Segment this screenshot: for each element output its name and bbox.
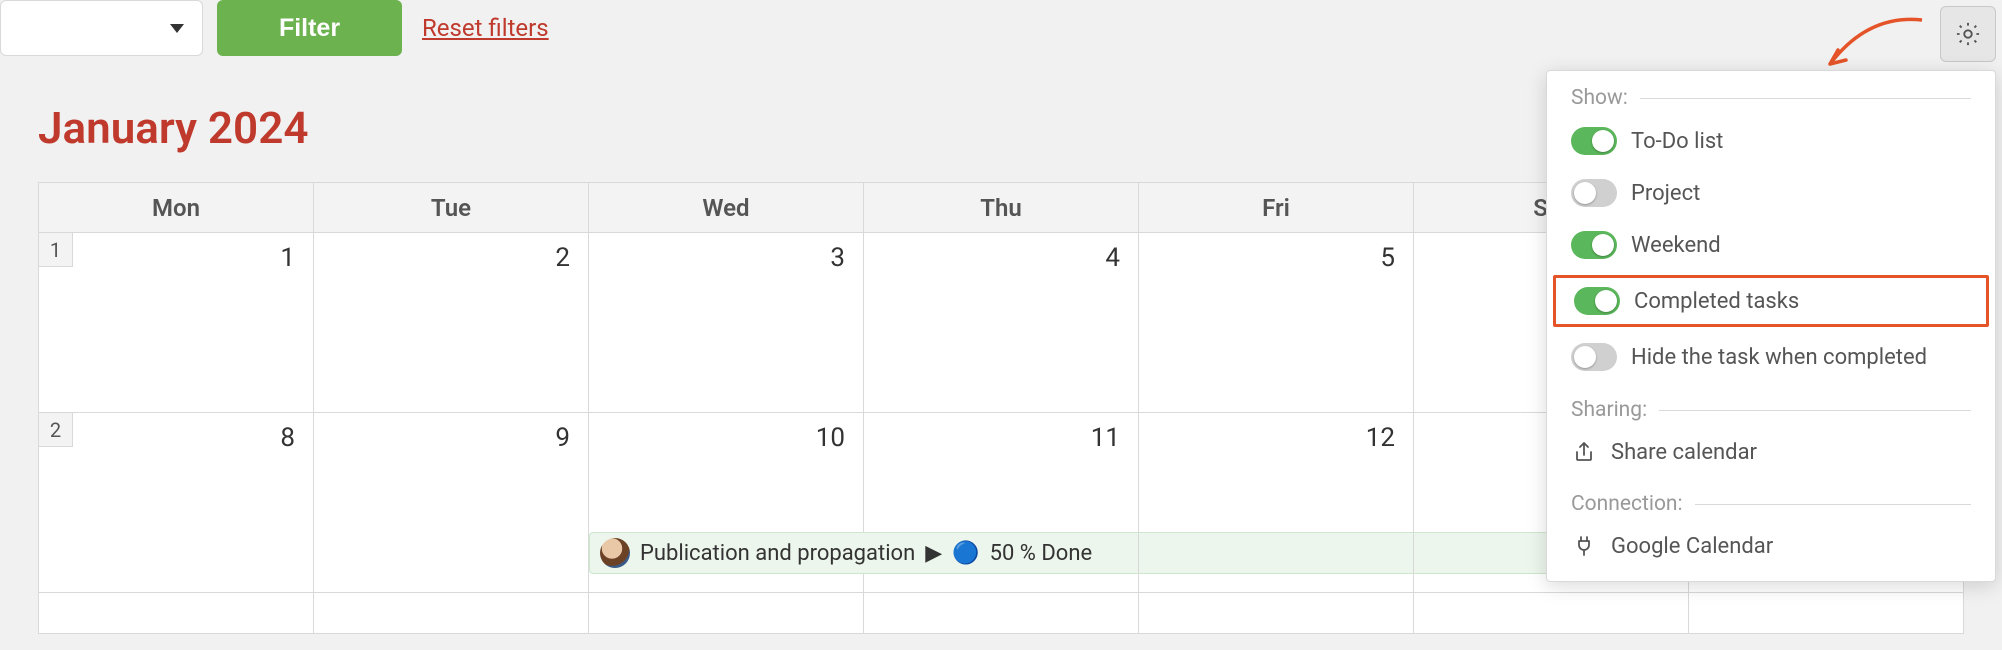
day-header: Tue [314,183,589,233]
plug-icon [1571,533,1597,559]
day-number: 2 [555,243,570,273]
toggle-completed-tasks[interactable]: Completed tasks [1553,275,1989,327]
toggle-label: Completed tasks [1634,289,1799,314]
toggle-label: Hide the task when completed [1631,345,1927,370]
calendar-day-cell[interactable] [1689,593,1963,633]
month-title: January 2024 [38,102,1624,154]
calendar-day-cell[interactable]: 10 Publication and propagation ▶ 🔵 50 % … [589,413,864,592]
day-number: 12 [1366,423,1395,453]
toggle-label: To-Do list [1631,129,1723,154]
group-label-connection: Connection: [1571,495,1971,513]
day-header: Fri [1139,183,1414,233]
day-number: 9 [555,423,570,453]
filter-dropdown[interactable] [0,0,203,56]
filter-toolbar: Filter Reset filters [0,0,2002,56]
calendar-day-cell[interactable] [589,593,864,633]
day-header: Mon [39,183,314,233]
panel-item-label: Google Calendar [1611,534,1773,559]
week-number: 1 [39,233,73,267]
toggle-todo-list[interactable]: To-Do list [1547,115,1995,167]
calendar-day-cell[interactable]: 5 [1139,233,1414,412]
toggle-switch[interactable] [1571,231,1617,259]
day-number: 8 [280,423,295,453]
toggle-hide-completed[interactable]: Hide the task when completed [1547,331,1995,383]
caret-down-icon [170,24,184,33]
day-number: 3 [830,243,845,273]
toggle-switch[interactable] [1574,287,1620,315]
calendar-day-cell[interactable] [314,593,589,633]
settings-button[interactable] [1940,6,1996,62]
toggle-project[interactable]: Project [1547,167,1995,219]
day-number: 10 [816,423,845,453]
toggle-label: Weekend [1631,233,1721,258]
reset-filters-link[interactable]: Reset filters [422,14,549,42]
calendar-day-cell[interactable]: 12 [1139,413,1414,592]
day-number: 1 [280,243,295,273]
avatar [600,538,630,568]
calendar-day-cell[interactable] [864,593,1139,633]
calendar-day-cell[interactable]: 4 [864,233,1139,412]
calendar-day-cell[interactable] [1414,593,1689,633]
week-number: 2 [39,413,73,447]
day-number: 4 [1105,243,1120,273]
settings-panel: Show: To-Do list Project Weekend Complet… [1546,70,1996,582]
share-calendar-item[interactable]: Share calendar [1547,427,1995,477]
google-calendar-item[interactable]: Google Calendar [1547,521,1995,571]
toggle-label: Project [1631,181,1700,206]
calendar-day-cell[interactable]: 1 1 [39,233,314,412]
toggle-switch[interactable] [1571,179,1617,207]
day-header: Wed [589,183,864,233]
calendar-day-cell[interactable]: 11 [864,413,1139,592]
calendar-day-cell[interactable]: 3 [589,233,864,412]
toggle-switch[interactable] [1571,127,1617,155]
calendar-day-cell[interactable]: 9 [314,413,589,592]
calendar-day-cell[interactable]: 2 [314,233,589,412]
day-number: 11 [1091,423,1120,453]
calendar-day-cell[interactable]: 2 8 [39,413,314,592]
group-label-show: Show: [1571,89,1971,107]
gear-icon [1954,20,1982,48]
toggle-switch[interactable] [1571,343,1617,371]
day-header: Thu [864,183,1139,233]
toggle-weekend[interactable]: Weekend [1547,219,1995,271]
calendar-day-cell[interactable] [39,593,314,633]
calendar-day-cell[interactable] [1139,593,1414,633]
share-icon [1571,439,1597,465]
calendar-week-row [39,593,1963,633]
day-number: 5 [1380,243,1395,273]
filter-button[interactable]: Filter [217,0,402,56]
panel-item-label: Share calendar [1611,440,1757,465]
group-label-sharing: Sharing: [1571,401,1971,419]
